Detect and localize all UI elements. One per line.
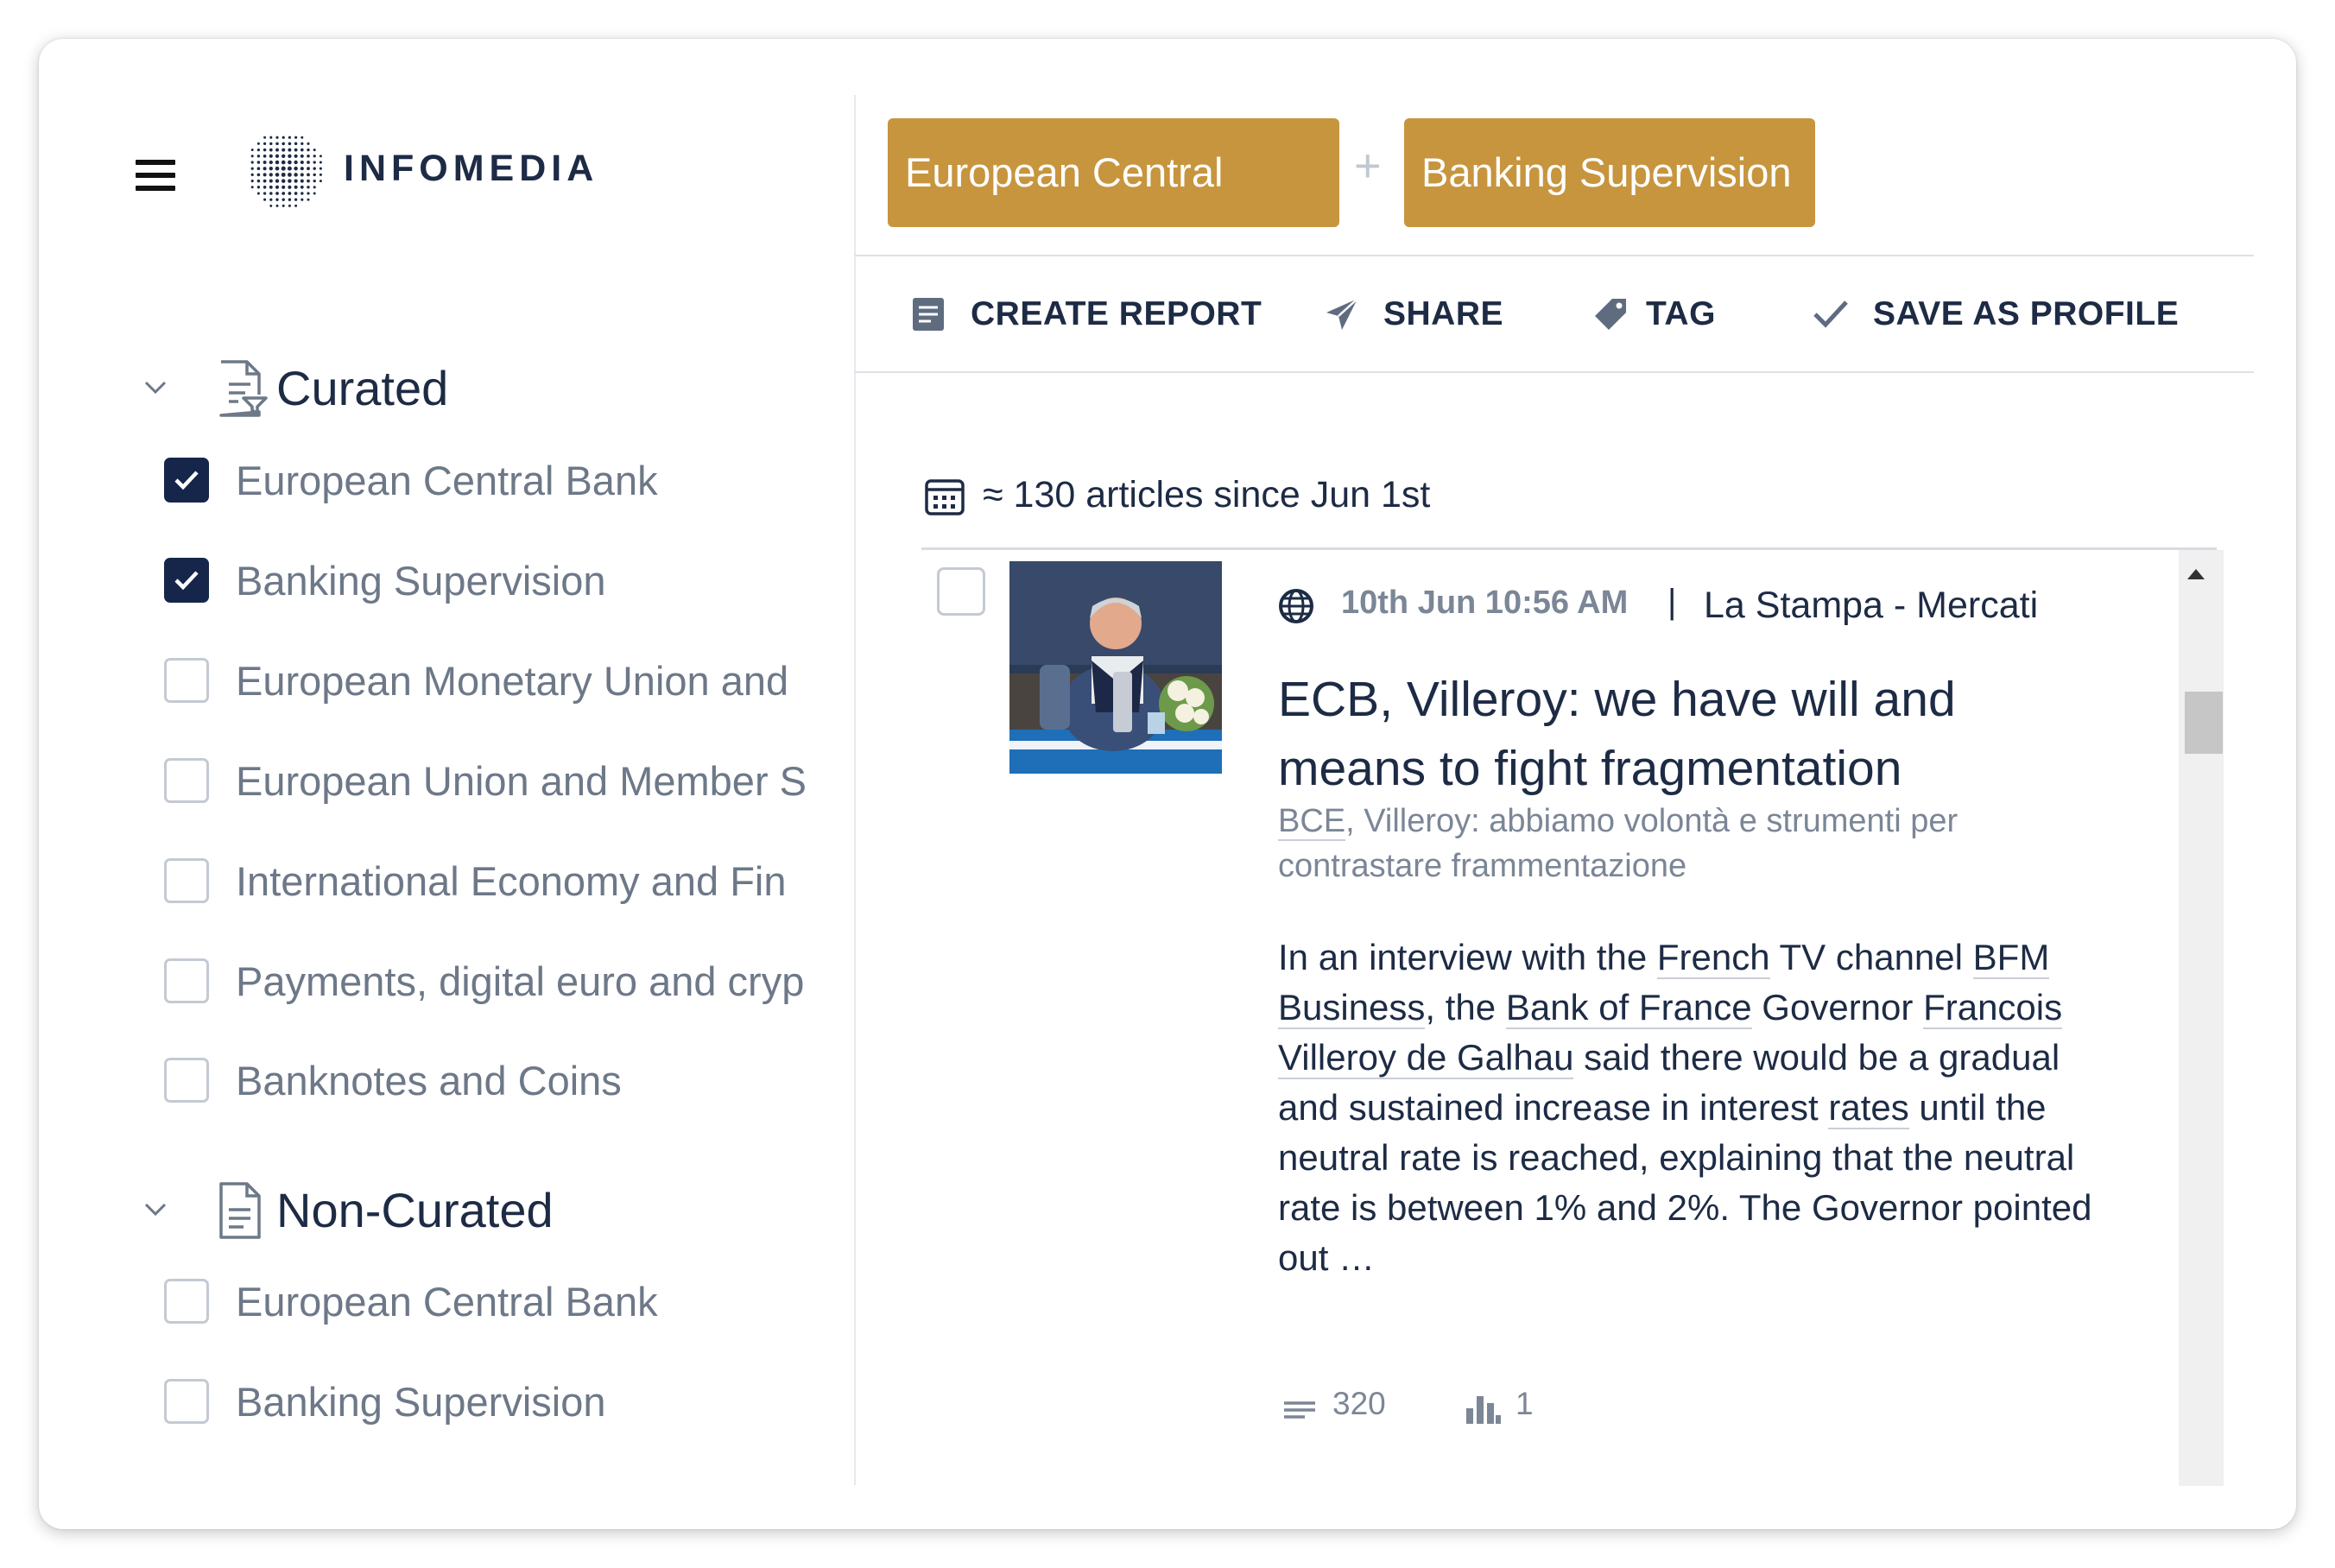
checkbox[interactable]: [164, 958, 209, 1003]
entity-link-bank-of-france[interactable]: Bank of France: [1505, 987, 1752, 1029]
filter-curated-banknotes[interactable]: Banknotes and Coins: [164, 1053, 829, 1109]
scroll-up-arrow[interactable]: [2187, 569, 2205, 579]
app-window: INFOMEDIA Curated European Central Bank …: [39, 39, 2296, 1529]
filter-label: International Economy and Fin: [236, 858, 787, 904]
section-curated[interactable]: Curated: [101, 350, 809, 419]
create-report-label: CREATE REPORT: [971, 295, 1262, 332]
curated-doc-icon: [219, 360, 268, 417]
checkbox[interactable]: [164, 1279, 209, 1324]
checkbox[interactable]: [164, 658, 209, 703]
article-headline[interactable]: ECB, Villeroy: we have will and means to…: [1278, 665, 2098, 803]
filter-curated-banking-supervision[interactable]: Banking Supervision: [164, 553, 829, 609]
tag-button[interactable]: TAG: [1591, 285, 1738, 345]
filter-label: European Union and Member S: [236, 758, 806, 804]
send-icon: [1326, 298, 1358, 330]
query-chip-european-central-bank[interactable]: European Central Bank: [888, 118, 1339, 304]
filter-label: European Monetary Union and: [236, 658, 789, 704]
snippet-text: TV channel: [1769, 937, 1973, 977]
article-datetime: 10th Jun 10:56 AM: [1341, 585, 1629, 621]
logo-text: INFOMEDIA: [344, 148, 599, 189]
calendar-icon: [925, 479, 965, 515]
save-as-profile-label: SAVE AS PROFILE: [1873, 295, 2180, 332]
checkbox[interactable]: [164, 1379, 209, 1424]
share-button[interactable]: SHARE: [1323, 285, 1539, 345]
scrollbar-thumb[interactable]: [2185, 692, 2223, 754]
bar-chart-icon: [1466, 1396, 1501, 1424]
checkbox[interactable]: [164, 758, 209, 803]
tag-label: TAG: [1646, 295, 1716, 332]
section-title: Curated: [276, 361, 449, 415]
article-source[interactable]: La Stampa - Mercati: [1704, 585, 2038, 627]
reach-count: 1: [1516, 1386, 1534, 1421]
globe-icon: [1279, 589, 1313, 623]
filter-label: Banking Supervision: [236, 1379, 606, 1425]
document-icon: [219, 1182, 261, 1239]
filter-noncurated-european-central-bank[interactable]: European Central Bank: [164, 1274, 829, 1330]
create-report-button[interactable]: CREATE REPORT: [909, 285, 1272, 345]
word-count-icon: [1284, 1401, 1315, 1419]
filter-curated-international-economy[interactable]: International Economy and Fin: [164, 854, 829, 909]
entity-link-french[interactable]: French: [1656, 937, 1770, 979]
check-icon: [174, 571, 199, 591]
article-select-checkbox[interactable]: [937, 567, 985, 616]
scrollbar-track[interactable]: [2179, 550, 2224, 1486]
results-count: ≈ 130 articles since Jun 1st: [983, 474, 1431, 515]
filter-label: Banknotes and Coins: [236, 1058, 622, 1103]
plus-joiner: +: [1354, 140, 1382, 192]
check-icon: [1813, 300, 1848, 328]
query-chip-banking-supervision[interactable]: Banking Supervision: [1404, 118, 1815, 227]
filter-label: Payments, digital euro and cryp: [236, 958, 805, 1004]
entity-link-rates[interactable]: rates: [1828, 1087, 1909, 1129]
filter-noncurated-banking-supervision[interactable]: Banking Supervision: [164, 1375, 829, 1430]
filter-label: European Central Bank: [236, 458, 658, 503]
infomedia-logo: [250, 136, 322, 207]
sidebar-divider: [854, 95, 856, 1485]
original-title-text: , Villeroy: abbiamo volontà e strumenti …: [1278, 803, 1958, 884]
filter-label: Banking Supervision: [236, 558, 606, 604]
chevron-down-icon: [144, 381, 167, 395]
divider: [855, 255, 2254, 256]
divider: [855, 371, 2254, 373]
chevron-down-icon: [144, 1203, 167, 1217]
save-as-profile-button[interactable]: SAVE AS PROFILE: [1812, 285, 2192, 345]
snippet-text: In an interview with the: [1278, 937, 1657, 977]
section-non-curated[interactable]: Non-Curated: [101, 1172, 809, 1241]
list-divider: [921, 547, 2217, 550]
check-icon: [174, 471, 199, 490]
filter-curated-european-monetary-union[interactable]: European Monetary Union and: [164, 654, 829, 709]
entity-link-bce[interactable]: BCE: [1278, 803, 1346, 841]
snippet-text: , the: [1425, 987, 1506, 1027]
filter-curated-european-union[interactable]: European Union and Member S: [164, 754, 829, 809]
article-original-title: BCE, Villeroy: abbiamo volontà e strumen…: [1278, 799, 2098, 888]
filter-label: European Central Bank: [236, 1279, 658, 1325]
checkbox[interactable]: [164, 858, 209, 903]
report-icon: [913, 298, 944, 331]
word-count: 320: [1332, 1386, 1386, 1421]
filter-curated-payments[interactable]: Payments, digital euro and cryp: [164, 954, 829, 1009]
checkbox-checked[interactable]: [164, 558, 209, 603]
share-label: SHARE: [1383, 295, 1504, 332]
filter-curated-european-central-bank[interactable]: European Central Bank: [164, 453, 829, 509]
article-snippet: In an interview with the French TV chann…: [1278, 933, 2107, 1283]
article-thumbnail[interactable]: [1009, 561, 1222, 774]
section-title: Non-Curated: [276, 1183, 554, 1237]
meta-separator: |: [1667, 583, 1677, 621]
tag-icon: [1595, 299, 1626, 330]
snippet-text: Governor: [1751, 987, 1924, 1027]
menu-icon[interactable]: [136, 158, 177, 194]
checkbox[interactable]: [164, 1058, 209, 1103]
checkbox-checked[interactable]: [164, 458, 209, 503]
